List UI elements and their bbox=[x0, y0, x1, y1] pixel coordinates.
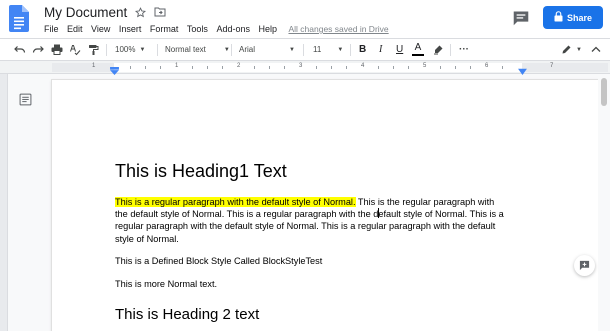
paragraph-line: the default style of Normal. This is a r… bbox=[115, 208, 535, 220]
chevron-down-icon: ▼ bbox=[576, 46, 582, 53]
paragraph-text: This is the regular paragraph with bbox=[355, 197, 495, 207]
underline-button[interactable]: U bbox=[396, 39, 403, 60]
save-status-link[interactable]: All changes saved in Drive bbox=[288, 24, 388, 34]
menu-file[interactable]: File bbox=[44, 24, 59, 34]
paragraph-line: This is a regular paragraph with the def… bbox=[115, 196, 535, 208]
paragraph-more-normal[interactable]: This is more Normal text. bbox=[115, 278, 535, 290]
chevron-down-icon: ▼ bbox=[337, 46, 344, 53]
horizontal-ruler: 1 1 2 3 4 5 6 7 bbox=[0, 61, 610, 75]
ruler-number: 3 bbox=[299, 63, 303, 69]
paint-format-icon[interactable] bbox=[88, 39, 99, 60]
ruler-left-margin[interactable] bbox=[52, 63, 114, 72]
ruler-number: 1 bbox=[92, 63, 96, 69]
share-label: Share bbox=[566, 12, 592, 23]
text-color-swatch bbox=[412, 54, 424, 56]
paragraph-normal[interactable]: This is a regular paragraph with the def… bbox=[115, 196, 535, 245]
comments-icon[interactable] bbox=[512, 10, 530, 26]
text-color-button[interactable]: A bbox=[412, 39, 424, 60]
menu-format[interactable]: Format bbox=[150, 24, 179, 34]
right-indent-marker[interactable] bbox=[518, 62, 527, 80]
font-size-value: 11 bbox=[313, 45, 322, 54]
ruler-number: 2 bbox=[237, 63, 241, 69]
font-size-select[interactable]: 11 ▼ bbox=[313, 39, 343, 60]
paragraph-block-style[interactable]: This is a Defined Block Style Called Blo… bbox=[115, 255, 535, 267]
star-icon[interactable] bbox=[135, 6, 147, 18]
scrollbar-thumb[interactable] bbox=[601, 78, 607, 106]
redo-icon[interactable] bbox=[32, 39, 44, 60]
formatting-toolbar: 100% ▼ Normal text ▼ Arial ▼ 11 ▼ B I U … bbox=[0, 38, 610, 61]
heading-2[interactable]: This is Heading 2 text bbox=[115, 306, 259, 323]
document-page[interactable]: This is Heading1 Text This is a regular … bbox=[52, 80, 598, 331]
menu-tools[interactable]: Tools bbox=[187, 24, 208, 34]
italic-button[interactable]: I bbox=[379, 39, 382, 60]
left-indent-marker[interactable] bbox=[110, 62, 119, 80]
paragraph-style-select[interactable]: Normal text ▼ bbox=[165, 39, 230, 60]
undo-icon[interactable] bbox=[14, 39, 26, 60]
ruler-number: 4 bbox=[361, 63, 365, 69]
font-family-select[interactable]: Arial ▼ bbox=[239, 39, 295, 60]
vertical-ruler bbox=[0, 74, 8, 331]
menu-view[interactable]: View bbox=[91, 24, 110, 34]
paragraph-line: style of Normal. bbox=[115, 233, 179, 244]
print-icon[interactable] bbox=[51, 39, 63, 60]
chevron-down-icon: ▼ bbox=[223, 46, 230, 53]
scrollbar[interactable] bbox=[598, 74, 610, 331]
style-value: Normal text bbox=[165, 45, 206, 54]
ruler-number: 7 bbox=[550, 63, 554, 69]
ruler-number: 5 bbox=[423, 63, 427, 69]
paragraph-text: efault style of Normal. This is a bbox=[378, 209, 504, 220]
bold-button[interactable]: B bbox=[359, 39, 366, 60]
menu-help[interactable]: Help bbox=[258, 24, 277, 34]
menu-addons[interactable]: Add-ons bbox=[216, 24, 250, 34]
app-header: My Document File Edit View Insert Format… bbox=[0, 0, 610, 38]
menu-bar: File Edit View Insert Format Tools Add-o… bbox=[44, 22, 389, 36]
ruler-number: 6 bbox=[485, 63, 489, 69]
pencil-icon[interactable]: ▼ bbox=[561, 39, 582, 60]
lock-icon bbox=[554, 11, 567, 24]
menu-edit[interactable]: Edit bbox=[67, 24, 83, 34]
ruler-right-margin[interactable] bbox=[522, 63, 608, 72]
highlighter-icon[interactable] bbox=[433, 39, 444, 60]
add-comment-icon[interactable] bbox=[574, 255, 595, 276]
folder-move-icon[interactable] bbox=[154, 7, 166, 17]
ruler-number: 1 bbox=[175, 63, 179, 69]
document-title[interactable]: My Document bbox=[44, 5, 127, 20]
zoom-select[interactable]: 100% ▼ bbox=[115, 39, 145, 60]
document-outline-icon[interactable] bbox=[19, 93, 32, 111]
share-button[interactable]: Share bbox=[543, 6, 603, 29]
paragraph-line: regular paragraph with the default style… bbox=[115, 221, 496, 232]
highlighted-text: This is a regular paragraph with the def… bbox=[115, 197, 356, 207]
more-options-button[interactable]: ··· bbox=[459, 39, 469, 60]
chevron-down-icon: ▼ bbox=[139, 46, 146, 53]
chevron-down-icon: ▼ bbox=[289, 46, 295, 53]
zoom-value: 100% bbox=[115, 45, 136, 54]
menu-insert[interactable]: Insert bbox=[119, 24, 142, 34]
text-color-letter: A bbox=[414, 42, 422, 53]
heading-1[interactable]: This is Heading1 Text bbox=[115, 161, 287, 182]
font-value: Arial bbox=[239, 45, 256, 54]
spellcheck-icon[interactable] bbox=[69, 39, 81, 60]
docs-logo-icon[interactable] bbox=[9, 5, 29, 32]
paragraph-text: the default style of Normal. This is a r… bbox=[115, 209, 379, 220]
chevron-up-icon[interactable] bbox=[591, 39, 601, 60]
